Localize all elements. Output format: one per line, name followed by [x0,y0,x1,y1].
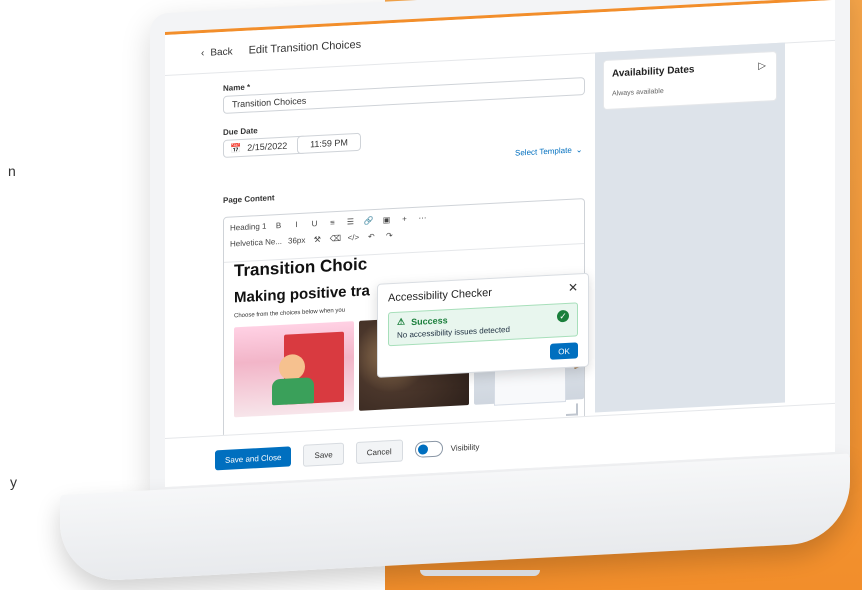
accessibility-checker-modal: Accessibility Checker ✕ ⚠ Success No acc… [377,272,589,378]
chevron-left-icon: ‹ [201,47,205,59]
due-date-value: 2/15/2022 [247,140,288,153]
left-edge-letter-n: n [8,163,16,179]
due-time-value: 11:59 PM [310,137,348,150]
undo-icon[interactable]: ↶ [365,230,377,243]
check-icon: ✓ [557,309,569,323]
document-subtitle: Making positive tra [234,282,370,307]
back-button[interactable]: ‹ Back [201,46,233,59]
child-shirt-graphic [272,377,314,406]
back-label: Back [210,45,233,59]
image-icon[interactable]: ▣ [380,213,392,226]
save-button[interactable]: Save [303,442,344,467]
modal-title: Accessibility Checker [388,286,492,305]
right-panel: Availability Dates ▷ Always available [595,42,785,413]
resize-icon[interactable] [566,403,578,416]
heading-select[interactable]: Heading 1 [230,221,266,232]
page-content-label: Page Content [223,193,275,205]
success-message: No accessibility issues detected [397,324,510,340]
select-template-label: Select Template [515,145,572,158]
name-label: Name * [223,82,251,93]
code-icon[interactable]: </> [347,231,360,244]
availability-subtitle: Always available [612,87,664,98]
ok-button[interactable]: OK [550,342,578,360]
switch-knob [417,444,428,455]
select-template-button[interactable]: Select Template ⌄ [515,145,582,158]
plus-icon[interactable]: + [398,212,410,225]
document-instruction: Choose from the choices below when you [234,307,346,320]
font-size-select[interactable]: 36px [288,235,305,245]
due-time-input[interactable]: 11:59 PM [297,132,361,155]
save-and-close-button[interactable]: Save and Close [215,446,292,471]
laptop-screen: ‹ Back Edit Transition Choices Name * Tr… [165,0,835,488]
availability-title: Availability Dates [612,64,695,80]
image-child-shelf [234,321,354,418]
name-input[interactable]: Transition Choices [223,76,585,114]
eraser-icon[interactable]: ⌫ [329,232,341,245]
availability-card[interactable]: Availability Dates ▷ Always available [603,50,777,111]
editor-toolbar: Heading 1 B I U ≡ ☰ 🔗 ▣ + ⋯ Helvetica Ne… [224,199,584,263]
page-title: Edit Transition Choices [248,38,362,57]
bold-button[interactable]: B [272,219,284,232]
redo-icon[interactable]: ↷ [383,229,395,242]
due-date-input[interactable]: 📅 2/15/2022 [223,135,307,158]
list-icon[interactable]: ☰ [344,215,356,228]
font-select[interactable]: Helvetica Ne... [230,236,282,248]
align-icon[interactable]: ≡ [326,216,338,229]
due-date-label: Due Date [223,126,258,137]
success-title: Success [411,314,448,327]
laptop-notch [420,570,540,576]
visibility-switch[interactable] [414,440,443,458]
success-alert: ⚠ Success No accessibility issues detect… [388,302,578,347]
visibility-toggle[interactable]: Visibility [414,439,480,458]
calendar-icon: 📅 [230,142,242,154]
chevron-down-icon: ⌄ [575,145,583,155]
more-button[interactable]: ⋯ [416,211,428,224]
play-icon[interactable]: ▷ [758,61,766,72]
visibility-label: Visibility [450,442,480,453]
close-icon[interactable]: ✕ [568,280,578,295]
link-icon[interactable]: 🔗 [362,214,374,227]
warning-icon: ⚠ [397,316,406,327]
format-paint-icon[interactable]: ⚒ [311,233,323,246]
cancel-button[interactable]: Cancel [355,439,403,465]
success-header: ⚠ Success [397,314,448,328]
italic-button[interactable]: I [290,218,302,231]
underline-button[interactable]: U [308,217,320,230]
left-edge-letter-y: y [10,474,17,490]
